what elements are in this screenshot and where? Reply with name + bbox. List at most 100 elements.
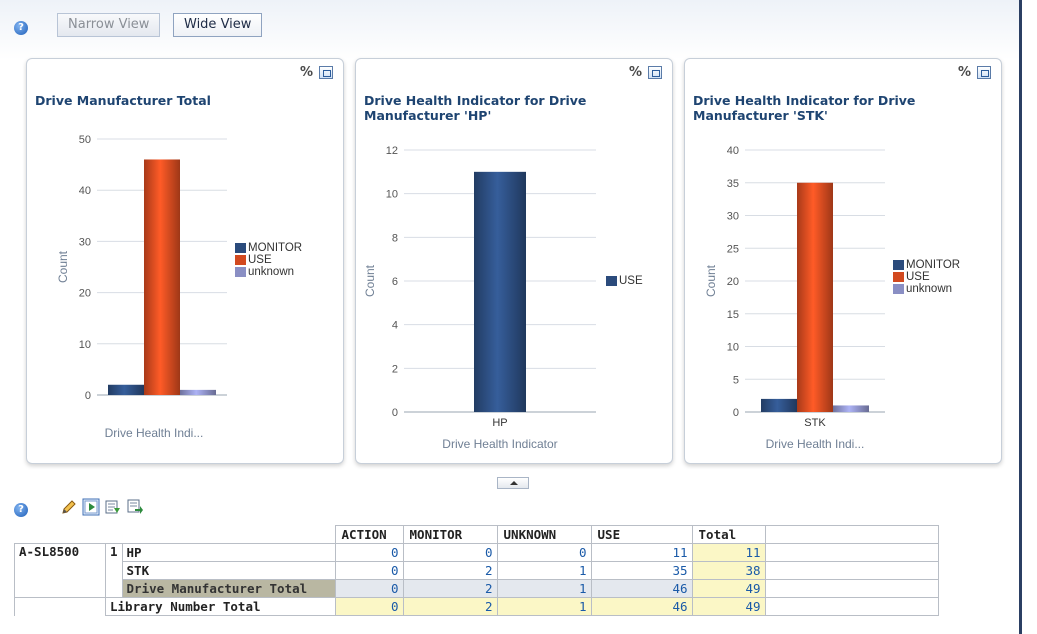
narrow-view-button[interactable]: Narrow View: [57, 13, 161, 37]
y-tick-label: 6: [392, 276, 398, 288]
y-tick-label: 25: [727, 243, 739, 255]
table-cell: 46: [590, 597, 693, 616]
table-cell: 0: [334, 561, 404, 580]
table-cell: 11: [590, 543, 693, 562]
y-tick-label: 15: [727, 309, 739, 321]
chart-legend: USE: [606, 275, 643, 287]
legend-item-use: USE: [893, 271, 960, 283]
table-cell: 1: [496, 597, 592, 616]
bar-unknown[interactable]: [180, 389, 216, 395]
table-cell-total: 38: [691, 561, 766, 580]
export-alt-icon[interactable]: [126, 498, 144, 516]
table-cell: 0: [402, 543, 498, 562]
column-header-action[interactable]: ACTION: [334, 525, 404, 544]
pencil-icon[interactable]: [60, 498, 78, 516]
column-header-unknown[interactable]: UNKNOWN: [496, 525, 592, 544]
play-icon[interactable]: [82, 498, 100, 516]
chart-legend: MONITOR USE unknown: [893, 259, 960, 295]
y-tick-label: 20: [79, 288, 91, 300]
collapse-graph-button[interactable]: [497, 477, 529, 489]
bar-monitor[interactable]: [761, 398, 797, 412]
y-tick-label: 5: [733, 374, 739, 386]
x-axis-label: Drive Health Indi...: [766, 437, 865, 451]
y-tick-label: 10: [79, 339, 91, 351]
empty-cell: [764, 543, 939, 562]
legend-item-monitor: MONITOR: [235, 242, 302, 254]
table-row-grand-total: Library Number Total 0 2 1 46 49: [14, 597, 939, 616]
table-cell: 2: [402, 579, 498, 598]
empty-cell: [764, 561, 939, 580]
y-tick-label: 30: [727, 211, 739, 223]
y-tick-label: 4: [392, 320, 398, 332]
y-axis-label: Count: [363, 264, 377, 297]
legend-swatch: [235, 255, 246, 265]
legend-label: MONITOR: [248, 242, 303, 254]
y-tick-label: 10: [386, 189, 398, 201]
x-category-label: HP: [492, 417, 507, 429]
export-icon[interactable]: [104, 498, 122, 516]
table-cell: 0: [334, 579, 404, 598]
x-axis-label: Drive Health Indicator: [442, 437, 557, 451]
bar-chart-svg: 0 2 4 6 8 10 12 Count HP Drive Health Indicator: [363, 145, 596, 451]
y-tick-label: 8: [392, 232, 398, 244]
wide-view-button[interactable]: Wide View: [173, 13, 263, 37]
y-tick-label: 50: [79, 134, 91, 146]
y-tick-label: 0: [85, 390, 91, 402]
row-header-library-number[interactable]: 1: [105, 543, 123, 598]
spacer-cell: [14, 597, 106, 616]
empty-cell: [764, 579, 939, 598]
y-tick-label: 10: [727, 342, 739, 354]
corner-cell: [105, 525, 123, 544]
bar-monitor[interactable]: [108, 384, 144, 395]
legend-swatch: [893, 272, 904, 282]
corner-cell: [122, 525, 336, 544]
table-cell: 0: [496, 543, 592, 562]
table-help-icon[interactable]: ?: [14, 503, 28, 517]
y-axis-label: Count: [56, 250, 70, 283]
table-cell: 0: [334, 543, 404, 562]
row-header-library[interactable]: A-SL8500: [14, 543, 106, 598]
column-header-use[interactable]: USE: [590, 525, 693, 544]
legend-label: USE: [619, 275, 643, 287]
legend-swatch: [606, 276, 617, 286]
legend-swatch: [893, 260, 904, 270]
y-tick-label: 20: [727, 276, 739, 288]
table-header-row: ACTION MONITOR UNKNOWN USE Total: [14, 525, 939, 544]
table-cell-total: 49: [691, 597, 766, 616]
y-tick-label: 2: [392, 363, 398, 375]
bar-unknown[interactable]: [833, 405, 869, 412]
column-header-total[interactable]: Total: [691, 525, 766, 544]
table-cell: 46: [590, 579, 693, 598]
y-tick-label: 0: [392, 407, 398, 419]
bar-use[interactable]: [474, 171, 526, 412]
column-header-monitor[interactable]: MONITOR: [402, 525, 498, 544]
legend-swatch: [893, 284, 904, 294]
row-header-manufacturer[interactable]: STK: [121, 561, 336, 580]
row-header-manufacturer[interactable]: HP: [121, 543, 336, 562]
table-row: STK 0 2 1 35 38: [15, 561, 939, 580]
legend-label: USE: [248, 254, 272, 266]
legend-item-unknown: unknown: [235, 266, 302, 278]
pivot-table: ACTION MONITOR UNKNOWN USE Total A-SL850…: [14, 525, 939, 616]
row-header-library-number-total[interactable]: Library Number Total: [105, 597, 336, 616]
y-tick-label: 40: [79, 185, 91, 197]
x-axis-label: Drive Health Indi...: [105, 426, 204, 440]
y-axis-label: Count: [704, 264, 718, 297]
x-category-label: STK: [804, 417, 826, 429]
bar-use[interactable]: [797, 182, 833, 412]
bar-use[interactable]: [144, 159, 180, 395]
chart-legend: MONITOR USE unknown: [235, 242, 302, 278]
legend-item-use: USE: [235, 254, 302, 266]
y-tick-label: 35: [727, 178, 739, 190]
table-cell-total: 11: [691, 543, 766, 562]
chart-panel-hp: % Drive Health Indicator for Drive Manuf…: [355, 58, 673, 464]
row-header-manufacturer-total[interactable]: Drive Manufacturer Total: [121, 579, 336, 598]
legend-swatch: [235, 243, 246, 253]
table-cell-total: 49: [691, 579, 766, 598]
table-cell: 1: [496, 561, 592, 580]
help-icon[interactable]: ?: [14, 21, 28, 35]
legend-label: unknown: [906, 283, 953, 295]
chart-panel-manufacturer-total: % Drive Manufacturer Total 0 10 20 30 40 50 Co…: [26, 58, 344, 464]
empty-column: [764, 525, 939, 544]
table-cell: 0: [334, 597, 404, 616]
